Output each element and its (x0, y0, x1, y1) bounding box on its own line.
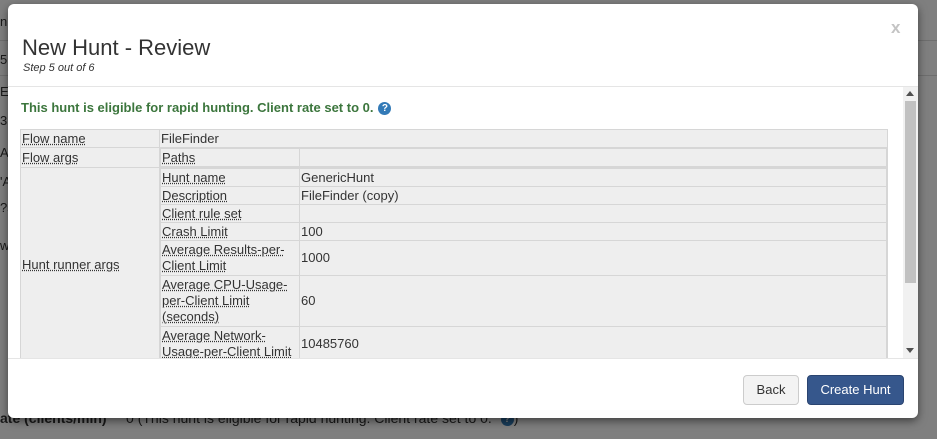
step-indicator: Step 5 out of 6 (23, 62, 95, 74)
table-row: Flow args Paths (20, 147, 888, 168)
table-row: Average CPU-Usage-per-Client Limit (seco… (160, 275, 887, 327)
table-row: Average Network-Usage-per-Client Limit 1… (160, 326, 887, 358)
runner-arg-label: Hunt name (162, 169, 226, 185)
table-row: Description FileFinder (copy) (160, 186, 887, 205)
table-row: Crash Limit 100 (160, 222, 887, 241)
runner-arg-value: 10485760 (299, 326, 887, 358)
hunt-runner-args-label: Hunt runner args (22, 257, 120, 272)
review-scroll-area: This hunt is eligible for rapid hunting.… (8, 87, 903, 358)
rapid-hunt-text: This hunt is eligible for rapid hunting.… (21, 100, 374, 115)
runner-arg-value (299, 204, 887, 223)
runner-arg-value: 100 (299, 222, 887, 241)
runner-arg-value: GenericHunt (299, 168, 887, 187)
modal-body[interactable]: This hunt is eligible for rapid hunting.… (8, 87, 918, 358)
vertical-scrollbar[interactable] (903, 87, 918, 358)
runner-arg-label: Crash Limit (162, 223, 228, 239)
create-hunt-button[interactable]: Create Hunt (807, 375, 904, 405)
table-row: Average Results-per-Client Limit 1000 (160, 240, 887, 276)
scrollbar-thumb[interactable] (905, 101, 916, 283)
table-row: Paths (160, 148, 887, 167)
runner-arg-label: Average Results-per-Client Limit (162, 242, 285, 273)
modal-footer: Back Create Hunt (8, 358, 918, 418)
modal-title: New Hunt - Review (22, 35, 211, 60)
table-row: Hunt runner args Hunt name GenericHunt D… (20, 167, 888, 358)
flow-args-label: Flow args (22, 149, 79, 165)
runner-arg-label: Client rule set (162, 205, 242, 221)
table-row: Flow name FileFinder (20, 129, 888, 148)
review-table: Flow name FileFinder Flow args Paths Hun… (20, 129, 888, 358)
close-button[interactable]: x (891, 18, 900, 38)
runner-arg-label: Description (162, 187, 228, 203)
modal-header: New Hunt - Review Step 5 out of 6 x (8, 4, 918, 87)
flow-name-label: Flow name (22, 130, 86, 146)
scroll-down-arrow-icon[interactable] (906, 348, 914, 353)
runner-arg-label: Average Network-Usage-per-Client Limit (162, 328, 292, 358)
paths-label: Paths (162, 149, 196, 165)
runner-args-table: Hunt name GenericHunt Description FileFi… (160, 168, 887, 358)
back-button[interactable]: Back (743, 375, 799, 405)
paths-value (299, 148, 887, 167)
table-row: Hunt name GenericHunt (160, 168, 887, 187)
runner-arg-value: FileFinder (copy) (299, 186, 887, 205)
flow-name-value: FileFinder (159, 129, 888, 148)
runner-arg-value: 1000 (299, 240, 887, 276)
runner-arg-value: 60 (299, 275, 887, 327)
rapid-hunt-message: This hunt is eligible for rapid hunting.… (21, 100, 392, 115)
new-hunt-modal: New Hunt - Review Step 5 out of 6 x This… (8, 4, 918, 418)
runner-arg-label: Average CPU-Usage-per-Client Limit (seco… (162, 277, 288, 324)
table-row: Client rule set (160, 204, 887, 223)
help-icon[interactable]: ? (378, 102, 392, 115)
flow-args-table: Paths (160, 148, 887, 167)
scroll-up-arrow-icon[interactable] (906, 91, 914, 96)
